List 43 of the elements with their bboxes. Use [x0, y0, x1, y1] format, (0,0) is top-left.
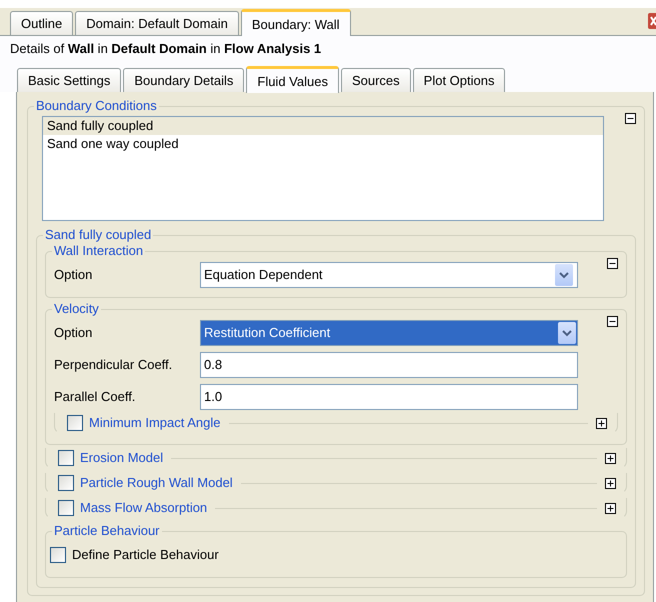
input-field[interactable]: 1.0	[200, 384, 578, 410]
option-title: Particle Rough Wall Model	[80, 474, 233, 492]
checkbox[interactable]	[58, 500, 74, 516]
chevron-down-icon	[562, 330, 572, 336]
option-title: Mass Flow Absorption	[80, 499, 208, 518]
checkbox[interactable]	[58, 450, 74, 466]
field-label: Option	[54, 324, 94, 342]
checkbox[interactable]	[67, 415, 83, 431]
close-icon[interactable]	[648, 13, 656, 29]
option-title: Erosion Model	[80, 449, 164, 468]
input-field[interactable]: 0.8	[200, 352, 578, 378]
expand-icon[interactable]	[596, 418, 607, 428]
checkbox[interactable]	[50, 547, 66, 563]
field-label: Option	[54, 266, 94, 284]
tab[interactable]: Sources	[340, 68, 411, 92]
checkbox-label: Define Particle Behaviour	[72, 546, 219, 564]
group-title: Sand fully coupled	[44, 227, 152, 243]
tab[interactable]: Domain: Default Domain	[75, 11, 239, 35]
field-label: Parallel Coeff.	[54, 388, 136, 406]
group-title: Particle Behaviour	[53, 523, 160, 539]
tab[interactable]: Plot Options	[412, 68, 506, 92]
dropdown[interactable]: Restitution Coefficient	[200, 320, 578, 346]
collapse-icon[interactable]	[607, 258, 618, 269]
option-title: Minimum Impact Angle	[89, 414, 220, 432]
group-title: Wall Interaction	[53, 243, 144, 259]
tab[interactable]: Boundary: Wall	[240, 9, 350, 36]
expand-icon[interactable]	[605, 502, 616, 514]
group-title: Boundary Conditions	[35, 98, 158, 114]
group-title: Velocity	[53, 301, 100, 317]
tab[interactable]: Basic Settings	[17, 68, 122, 92]
list-item[interactable]: Sand fully coupled	[43, 117, 603, 135]
collapse-icon[interactable]	[625, 113, 636, 124]
tab[interactable]: Boundary Details	[123, 68, 244, 92]
expand-icon[interactable]	[605, 478, 616, 488]
collapse-icon[interactable]	[607, 316, 618, 327]
expand-icon[interactable]	[605, 452, 616, 464]
tab[interactable]: Outline	[10, 11, 74, 35]
list-item[interactable]: Sand one way coupled	[43, 135, 603, 153]
chevron-down-icon	[559, 272, 569, 278]
dropdown[interactable]: Equation Dependent	[200, 262, 578, 288]
checkbox[interactable]	[58, 475, 74, 491]
field-label: Perpendicular Coeff.	[54, 356, 174, 374]
tab[interactable]: Fluid Values	[246, 66, 339, 93]
